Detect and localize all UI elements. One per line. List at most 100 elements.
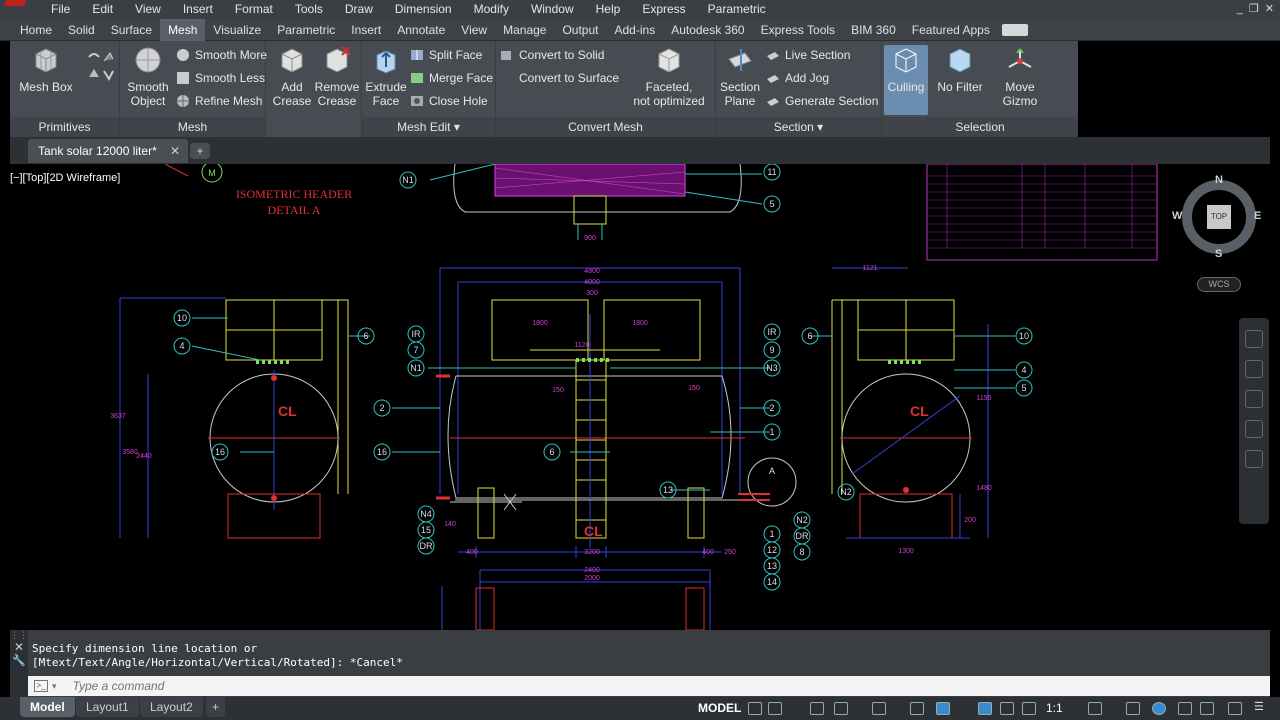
tab-manage[interactable]: Manage	[495, 19, 554, 41]
convert-mesh-panel-title[interactable]: Convert Mesh	[496, 117, 715, 137]
tab-parametric[interactable]: Parametric	[269, 19, 343, 41]
customize-menu-icon[interactable]: ☰	[1254, 702, 1268, 715]
primitive-shapes-icon[interactable]	[86, 49, 116, 89]
tab-annotate[interactable]: Annotate	[389, 19, 453, 41]
hardware-acceleration-icon[interactable]	[1178, 702, 1192, 715]
primitives-panel-title[interactable]: Primitives	[10, 117, 119, 137]
drawing-viewport[interactable]: 10 4 6 2 16 IR 7 N1 16 6 N4 15 DR IR 9 N…	[10, 164, 1270, 630]
orbit-icon[interactable]	[1245, 420, 1263, 438]
showmotion-icon[interactable]	[1245, 450, 1263, 468]
merge-face-button[interactable]: Merge Face	[410, 68, 493, 88]
add-layout-button[interactable]: +	[206, 697, 226, 717]
zoom-extents-icon[interactable]	[1245, 390, 1263, 408]
dynamic-ucs-icon[interactable]	[910, 702, 924, 715]
command-window-handle[interactable]: ⋮⋮ ✕ 🔧	[10, 630, 28, 697]
remove-crease-button[interactable]: Remove Crease	[314, 45, 360, 108]
live-section-button[interactable]: Live Section	[766, 45, 850, 65]
isolate-objects-icon[interactable]	[1152, 702, 1166, 715]
osnap-icon[interactable]	[872, 702, 886, 715]
fullscreen-icon[interactable]	[1228, 702, 1242, 715]
convert-to-solid-button[interactable]: Convert to Solid	[500, 45, 604, 65]
annotation-scale-icon[interactable]	[1022, 702, 1036, 715]
smooth-more-button[interactable]: Smooth More	[176, 45, 267, 65]
command-prompt-icon[interactable]: >_	[34, 680, 48, 692]
culling-button[interactable]: Culling	[884, 45, 928, 115]
annotation-scale[interactable]: 1:1	[1046, 699, 1063, 718]
grip-icon[interactable]: ⋮⋮	[10, 630, 28, 640]
tab-view[interactable]: View	[453, 19, 495, 41]
tab-bim-360[interactable]: BIM 360	[843, 19, 904, 41]
workspace-gear-icon[interactable]	[1088, 702, 1102, 715]
move-gizmo-button[interactable]: Move Gizmo	[992, 45, 1048, 108]
compass-south[interactable]: S	[1215, 248, 1222, 260]
menu-format[interactable]: Format	[224, 0, 284, 19]
split-face-button[interactable]: Split Face	[410, 45, 482, 65]
menu-parametric[interactable]: Parametric	[697, 0, 777, 19]
menu-tools[interactable]: Tools	[284, 0, 334, 19]
viewport-controls-label[interactable]: [−][Top][2D Wireframe]	[10, 172, 120, 184]
viewcube[interactable]: TOP N S E W	[1172, 174, 1261, 260]
snap-icon[interactable]	[768, 702, 782, 715]
convert-to-surface-button[interactable]: Convert to Surface	[500, 68, 619, 88]
tab-solid[interactable]: Solid	[60, 19, 103, 41]
grid-icon[interactable]	[748, 702, 762, 715]
menu-window[interactable]: Window	[520, 0, 585, 19]
tab-home[interactable]: Home	[12, 19, 60, 41]
close-hole-button[interactable]: Close Hole	[410, 91, 488, 111]
pan-icon[interactable]	[1245, 360, 1263, 378]
close-tab-icon[interactable]: ✕	[170, 139, 180, 163]
tab-insert[interactable]: Insert	[343, 19, 389, 41]
tab-layout1[interactable]: Layout1	[76, 697, 139, 717]
viewcube-top-face[interactable]: TOP	[1207, 205, 1231, 229]
model-space-button[interactable]: MODEL	[694, 699, 745, 718]
annotation-monitor-icon[interactable]	[1126, 702, 1140, 715]
menu-express[interactable]: Express	[631, 0, 696, 19]
clean-screen-icon[interactable]	[1200, 702, 1214, 715]
minimize-button[interactable]: _	[1237, 0, 1243, 19]
recent-commands-icon[interactable]: ▾	[52, 681, 57, 692]
refine-mesh-button[interactable]: Refine Mesh	[176, 91, 262, 111]
compass-east[interactable]: E	[1254, 210, 1261, 222]
selection-cycling-icon[interactable]	[936, 702, 950, 715]
section-plane-button[interactable]: Section Plane	[716, 45, 764, 108]
file-tab[interactable]: Tank solar 12000 liter* ✕	[28, 139, 188, 163]
generate-section-button[interactable]: Generate Section	[766, 91, 878, 111]
extrude-face-button[interactable]: Extrude Face	[364, 45, 408, 108]
menu-draw[interactable]: Draw	[334, 0, 384, 19]
mesh-panel-title[interactable]: Mesh	[120, 117, 265, 137]
compass-north[interactable]: N	[1215, 174, 1223, 186]
menu-help[interactable]: Help	[585, 0, 632, 19]
section-panel-title[interactable]: Section ▾	[716, 117, 881, 137]
ortho-icon[interactable]	[810, 702, 824, 715]
close-button[interactable]: ✕	[1265, 0, 1274, 19]
tab-mesh[interactable]: Mesh	[160, 18, 206, 41]
close-command-icon[interactable]: ✕	[10, 640, 28, 654]
menu-insert[interactable]: Insert	[172, 0, 224, 19]
tab-express-tools[interactable]: Express Tools	[753, 19, 843, 41]
steering-wheel-icon[interactable]	[1245, 330, 1263, 348]
menu-edit[interactable]: Edit	[81, 0, 124, 19]
menu-modify[interactable]: Modify	[463, 0, 520, 19]
wcs-menu[interactable]: WCS	[1197, 277, 1241, 292]
selection-panel-title[interactable]: Selection	[882, 117, 1078, 137]
auto-scale-icon[interactable]	[1000, 702, 1014, 715]
smooth-less-button[interactable]: Smooth Less	[176, 68, 265, 88]
tab-model[interactable]: Model	[20, 697, 75, 717]
no-filter-button[interactable]: No Filter	[932, 45, 988, 94]
menu-file[interactable]: File	[40, 0, 81, 19]
polar-icon[interactable]	[834, 702, 848, 715]
tab-visualize[interactable]: Visualize	[205, 19, 269, 41]
menu-dimension[interactable]: Dimension	[384, 0, 463, 19]
compass-west[interactable]: W	[1172, 210, 1182, 222]
ribbon-options-icon[interactable]	[1001, 23, 1028, 36]
tab-surface[interactable]: Surface	[103, 19, 160, 41]
command-input[interactable]	[72, 679, 673, 693]
tab-layout2[interactable]: Layout2	[140, 697, 203, 717]
tab-output[interactable]: Output	[554, 19, 606, 41]
new-tab-button[interactable]: +	[190, 143, 210, 159]
add-crease-button[interactable]: Add Crease	[270, 45, 314, 108]
faceted-not-optimized-button[interactable]: Faceted, not optimized	[626, 45, 712, 108]
customize-icon[interactable]: 🔧	[10, 654, 28, 667]
tab-autodesk-360[interactable]: Autodesk 360	[663, 19, 752, 41]
annotation-visibility-icon[interactable]	[978, 702, 992, 715]
